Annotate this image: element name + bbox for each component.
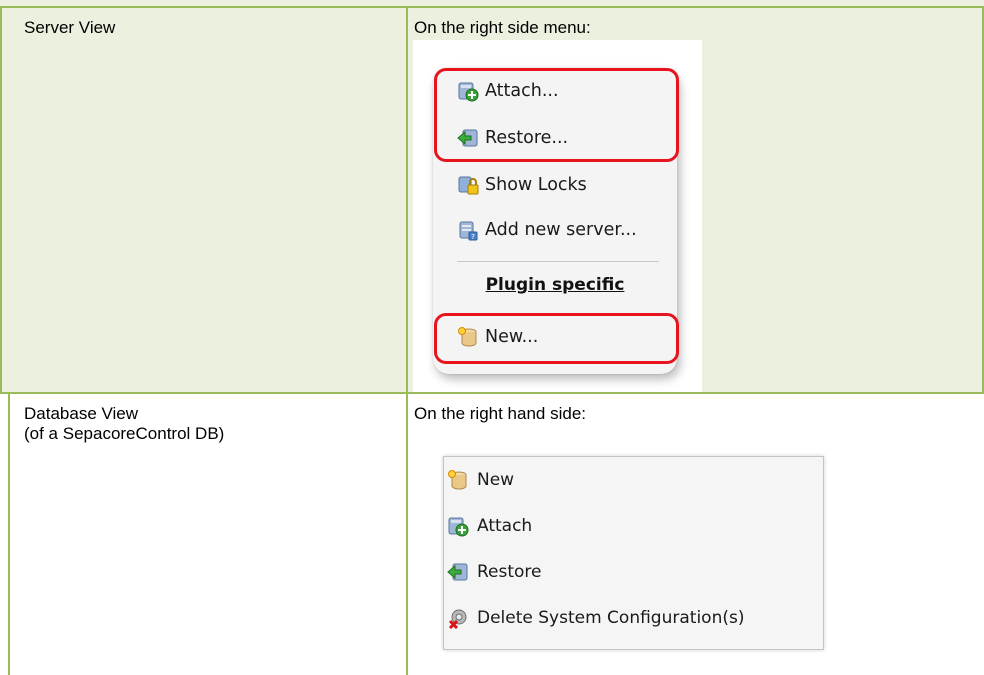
location-text: On the right hand side: [414,404,587,423]
location-text: On the right side menu: [414,18,591,37]
table-column-divider [406,6,408,675]
menu-item-label: Add new server... [485,220,637,240]
table-border-left [0,6,2,394]
server-view-menu-screenshot: Attach... Restore... Show Locks ? Add ne… [413,40,702,392]
table-row-divider [0,392,984,394]
menu-item-label: Restore [477,562,542,582]
attach-icon [448,517,469,537]
restore-icon [447,563,468,581]
view-label-subtitle: (of a SepacoreControl DB) [24,424,225,443]
menu-separator [457,261,659,262]
plugin-specific-header: Plugin specific [485,275,625,295]
table-border-top [0,6,984,8]
menu-item-label: Show Locks [485,175,587,195]
highlight-attach-restore [434,68,679,162]
database-context-menu: New Attach Restore Delete System Configu… [443,456,824,650]
menu-item-delete-system-configuration[interactable]: Delete System Configuration(s) [444,601,823,635]
add-server-icon: ? [459,221,478,241]
table-border-left-row2 [8,394,10,675]
menu-item-label: Attach [477,516,533,536]
menu-item-add-new-server[interactable]: ? Add new server... [433,211,677,249]
menu-item-show-locks[interactable]: Show Locks [433,166,677,204]
view-label: Server View [24,18,116,37]
svg-text:?: ? [471,233,475,241]
menu-item-restore[interactable]: Restore [444,555,823,589]
locks-icon [458,176,479,195]
menu-item-label: New [477,470,515,490]
delete-config-icon [448,609,467,629]
view-label: Database View [24,404,139,423]
new-db-icon [448,470,467,490]
menu-item-label: Delete System Configuration(s) [477,608,745,628]
menu-item-attach[interactable]: Attach [444,509,823,543]
highlight-new [434,313,679,364]
server-context-menu: Attach... Restore... Show Locks ? Add ne… [433,68,679,374]
menu-item-new[interactable]: New [444,463,823,497]
